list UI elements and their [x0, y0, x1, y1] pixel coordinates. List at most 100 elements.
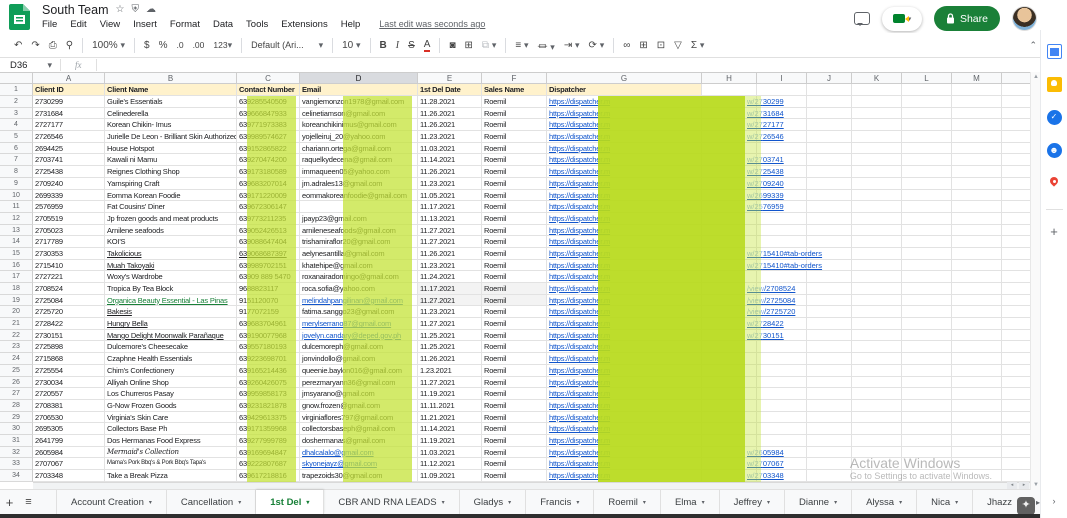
grid-cell[interactable]: 2715868 [33, 353, 105, 365]
grid-cell[interactable] [902, 96, 952, 108]
grid-cell[interactable] [807, 411, 852, 424]
grid-cell[interactable] [852, 388, 902, 400]
grid-cell[interactable] [852, 212, 902, 225]
row-number[interactable]: 13 [0, 224, 33, 237]
grid-cell[interactable]: Mama's Pork Bbq's & Pork Bbq's Tapa's [105, 458, 237, 470]
share-button[interactable]: Share [933, 6, 1000, 31]
grid-cell[interactable]: Roemil [482, 411, 547, 424]
grid-cell[interactable] [757, 341, 807, 354]
sheet-tab-cbr-and-rna-leads[interactable]: CBR AND RNA LEADS ▾ [324, 490, 460, 514]
grid-cell[interactable] [952, 294, 1002, 307]
grid-cell[interactable]: Organica Beauty Essential - Las Pinas [105, 294, 237, 307]
grid-cell[interactable] [852, 271, 902, 283]
scroll-left-icon[interactable]: ◂ [1007, 482, 1017, 489]
grid-cell[interactable]: Roemil [482, 107, 547, 120]
grid-cell[interactable]: Email [300, 84, 418, 96]
grid-cell[interactable]: Roemil [482, 294, 547, 307]
grid-cell[interactable]: 2707067 [33, 458, 105, 470]
column-header-I[interactable]: I [757, 72, 807, 84]
grid-cell[interactable]: 11.17.2021 [418, 283, 482, 295]
text-wrap-button[interactable]: ⇥ ▾ [564, 40, 580, 51]
grid-cell[interactable] [952, 376, 1002, 389]
grid-cell[interactable] [1002, 329, 1032, 342]
grid-cell[interactable] [852, 107, 902, 120]
grid-cell[interactable]: 2703741 [33, 154, 105, 167]
grid-cell[interactable] [902, 399, 952, 412]
comment-history-icon[interactable] [853, 12, 870, 26]
grid-cell[interactable] [807, 271, 852, 283]
grid-cell[interactable]: Celinederella [105, 107, 237, 120]
grid-cell[interactable]: G-Now Frozen Goods [105, 399, 237, 412]
grid-cell[interactable]: Los Churreros Pasay [105, 388, 237, 400]
row-number[interactable]: 17 [0, 271, 33, 283]
fill-color-button[interactable]: ◙ [449, 40, 455, 51]
grid-cell[interactable]: Roemil [482, 259, 547, 272]
grid-cell[interactable] [807, 84, 852, 96]
grid-cell[interactable]: Roemil [482, 224, 547, 237]
column-header-F[interactable]: F [482, 72, 547, 84]
grid-cell[interactable]: 2726546 [33, 131, 105, 143]
grid-cell[interactable]: Client Name [105, 84, 237, 96]
grid-cell[interactable] [852, 376, 902, 389]
name-box[interactable]: D36 ▾ [0, 60, 60, 71]
grid-cell[interactable] [807, 294, 852, 307]
grid-cell[interactable]: Korean Chikin- Imus [105, 119, 237, 132]
grid-cell[interactable] [807, 399, 852, 412]
row-number[interactable]: 1 [0, 84, 33, 96]
grid-cell[interactable]: 11.25.2021 [418, 341, 482, 354]
grid-cell[interactable] [952, 318, 1002, 330]
row-number[interactable]: 7 [0, 154, 33, 167]
grid-cell[interactable] [807, 318, 852, 330]
row-number[interactable]: 6 [0, 142, 33, 155]
grid-cell[interactable]: 11.25.2021 [418, 329, 482, 342]
grid-cell[interactable] [852, 154, 902, 167]
grid-cell[interactable] [952, 166, 1002, 178]
grid-cell[interactable]: 2727177 [33, 119, 105, 132]
grid-cell[interactable]: Roemil [482, 376, 547, 389]
grid-cell[interactable] [1002, 294, 1032, 307]
menu-data[interactable]: Data [213, 19, 233, 30]
grid-cell[interactable] [902, 119, 952, 132]
grid-cell[interactable]: Arnilene seafoods [105, 224, 237, 237]
grid-cell[interactable] [852, 306, 902, 319]
grid-cell[interactable] [852, 131, 902, 143]
grid-cell[interactable] [1002, 142, 1032, 155]
grid-cell[interactable] [952, 84, 1002, 96]
grid-cell[interactable]: Dispatcher [547, 84, 702, 96]
grid-cell[interactable]: Roemil [482, 247, 547, 260]
grid-cell[interactable]: Roemil [482, 177, 547, 190]
grid-cell[interactable]: Roemil [482, 96, 547, 108]
grid-cell[interactable] [1002, 399, 1032, 412]
row-number[interactable]: 3 [0, 107, 33, 120]
grid-cell[interactable]: Chim's Confectionery [105, 364, 237, 377]
grid-cell[interactable] [852, 399, 902, 412]
grid-cell[interactable] [952, 411, 1002, 424]
grid-cell[interactable] [952, 306, 1002, 319]
grid-cell[interactable]: Roemil [482, 423, 547, 435]
keep-icon[interactable] [1046, 77, 1062, 92]
grid-cell[interactable]: Eomma Korean Foodie [105, 189, 237, 202]
grid-cell[interactable]: 11.28.2021 [418, 96, 482, 108]
grid-cell[interactable]: Roemil [482, 283, 547, 295]
grid-cell[interactable]: 11.23.2021 [418, 177, 482, 190]
grid-cell[interactable] [1002, 434, 1032, 447]
grid-cell[interactable] [902, 177, 952, 190]
row-number[interactable]: 2 [0, 96, 33, 108]
grid-cell[interactable] [852, 119, 902, 132]
grid-cell[interactable] [952, 423, 1002, 435]
grid-cell[interactable] [1002, 96, 1032, 108]
sheet-tab-jeffrey[interactable]: Jeffrey ▾ [720, 490, 785, 514]
row-number[interactable]: 8 [0, 166, 33, 178]
grid-cell[interactable] [702, 84, 757, 96]
grid-cell[interactable]: 1.23.2021 [418, 364, 482, 377]
column-header-J[interactable]: J [807, 72, 852, 84]
row-number[interactable]: 16 [0, 259, 33, 272]
column-headers[interactable]: ABCDEFGHIJKLM [0, 72, 1032, 84]
grid-cell[interactable] [807, 224, 852, 237]
borders-button[interactable]: ⊞ [465, 40, 473, 51]
column-header-K[interactable]: K [852, 72, 902, 84]
horizontal-align-button[interactable]: ≡ ▾ [515, 40, 528, 51]
font-select[interactable]: Default (Ari... ▾ [251, 40, 323, 51]
grid-cell[interactable] [757, 388, 807, 400]
grid-cell[interactable]: 11.23.2021 [418, 259, 482, 272]
